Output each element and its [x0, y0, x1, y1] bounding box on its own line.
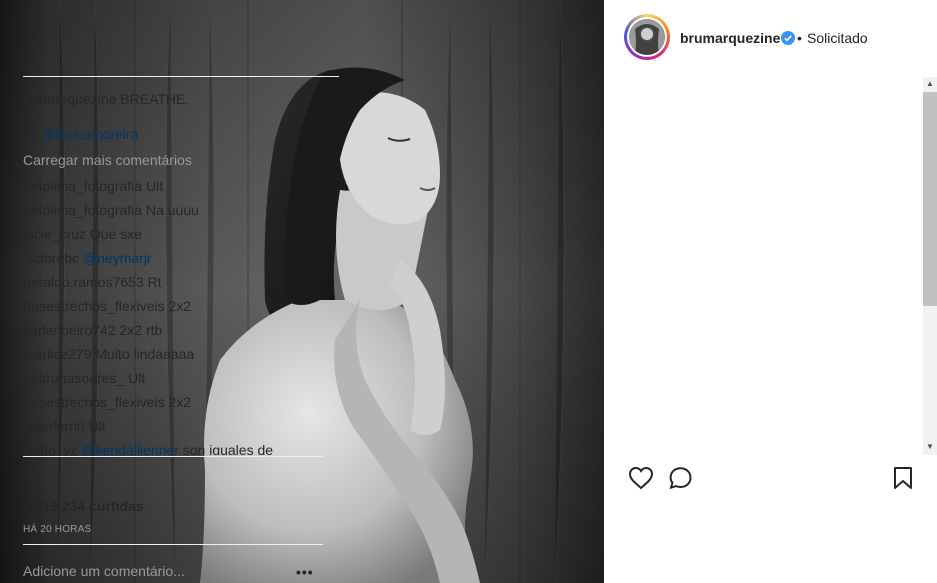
- comment-mention[interactable]: @neymarjr: [83, 250, 152, 266]
- comment-item: netolima_fotografia Na uuuu: [23, 201, 199, 219]
- comment-text: Ult: [128, 370, 146, 386]
- follow-button[interactable]: Solicitado: [807, 30, 868, 47]
- load-more-comments[interactable]: Carregar mais comentários: [23, 151, 192, 169]
- caption-username[interactable]: brumarquezine: [23, 91, 116, 107]
- caption-credit-mention[interactable]: @brucamoreira: [42, 126, 139, 142]
- comment-item: marlice279 Muito lindaaaaa: [23, 345, 194, 363]
- comment-text: Ult: [88, 418, 106, 434]
- comment-item: salito_vz @kendallienner son iguales de: [23, 441, 273, 455]
- comment-text: 2x2: [168, 298, 192, 314]
- scroll-up-arrow-icon[interactable]: ▲: [926, 80, 934, 88]
- comment-item: ronaldo.ramos7653 Rt: [23, 273, 162, 291]
- comment-item: netolima_fotografia Ult: [23, 177, 163, 195]
- comment-item: victorebc @neymarjr: [23, 249, 152, 267]
- comment-item: frasestrechos_flexiveis 2x2: [23, 297, 191, 315]
- comment-username[interactable]: frasestrechos_flexiveis: [23, 394, 165, 410]
- add-comment-input[interactable]: [23, 560, 283, 582]
- comment-icon[interactable]: [668, 466, 694, 495]
- comment-username[interactable]: karlaribeiro742: [23, 322, 116, 338]
- comment-username[interactable]: salito_vz: [23, 442, 77, 455]
- header-separator: •: [797, 30, 802, 46]
- post-side-panel: brumarquezine • Solicitado: [604, 0, 937, 583]
- comment-item: eubrunasoares_ Ult: [23, 369, 145, 387]
- comment-text: Na uuuu: [145, 202, 199, 218]
- comment-username[interactable]: ronaldo.ramos7653: [23, 274, 144, 290]
- comment-item: frasestrechos_flexiveis 2x2: [23, 393, 191, 411]
- comment-text: 2x2: [168, 394, 192, 410]
- header-username[interactable]: brumarquezine: [680, 30, 780, 47]
- comment-username[interactable]: netolima_fotografia: [23, 202, 142, 218]
- comment-username[interactable]: marlice279: [23, 346, 91, 362]
- bookmark-icon[interactable]: [893, 466, 913, 495]
- comment-item: karlaribeiro742 2x2 rtb: [23, 321, 162, 339]
- profile-avatar[interactable]: [624, 14, 670, 60]
- comment-username[interactable]: jucie_cruz: [23, 226, 86, 242]
- comment-username[interactable]: istanforriri: [23, 418, 84, 434]
- comment-username[interactable]: eubrunasoares_: [23, 370, 124, 386]
- comment-text: Muito lindaaaaa: [95, 346, 195, 362]
- comments-scrollbar-thumb[interactable]: [923, 92, 937, 306]
- comment-item: jucie_cruz Que sxe: [23, 225, 142, 243]
- comments-list[interactable]: brumarquezine BREATHE. by @brucamoreira …: [23, 77, 323, 455]
- comment-username[interactable]: frasestrechos_flexiveis: [23, 298, 165, 314]
- comments-divider: [23, 456, 323, 457]
- comment-item: istanforriri Ult: [23, 417, 105, 435]
- comment-text: son iguales de: [182, 442, 274, 455]
- likes-count[interactable]: 1.619.234 curtidas: [23, 498, 144, 514]
- more-options-button[interactable]: •••: [296, 564, 314, 580]
- caption-credit: by @brucamoreira: [23, 125, 138, 143]
- caption-credit-prefix: by: [23, 126, 38, 142]
- caption-text: BREATHE.: [120, 91, 190, 107]
- verified-badge-icon: [781, 31, 795, 45]
- comment-username[interactable]: victorebc: [23, 250, 79, 266]
- comment-text: 2x2 rtb: [119, 322, 163, 338]
- heart-icon[interactable]: [628, 466, 654, 495]
- comment-text: Ult: [145, 178, 164, 194]
- comment-mention[interactable]: @kendallienner: [81, 442, 179, 455]
- post-timestamp[interactable]: HÁ 20 HORAS: [23, 524, 91, 535]
- comment-username[interactable]: netolima_fotografia: [23, 178, 142, 194]
- footer-divider: [23, 544, 323, 545]
- caption: brumarquezine BREATHE.: [23, 90, 189, 108]
- comment-text: Rt: [147, 274, 162, 290]
- scroll-down-arrow-icon[interactable]: ▼: [926, 443, 934, 451]
- comment-text: Que sxe: [89, 226, 143, 242]
